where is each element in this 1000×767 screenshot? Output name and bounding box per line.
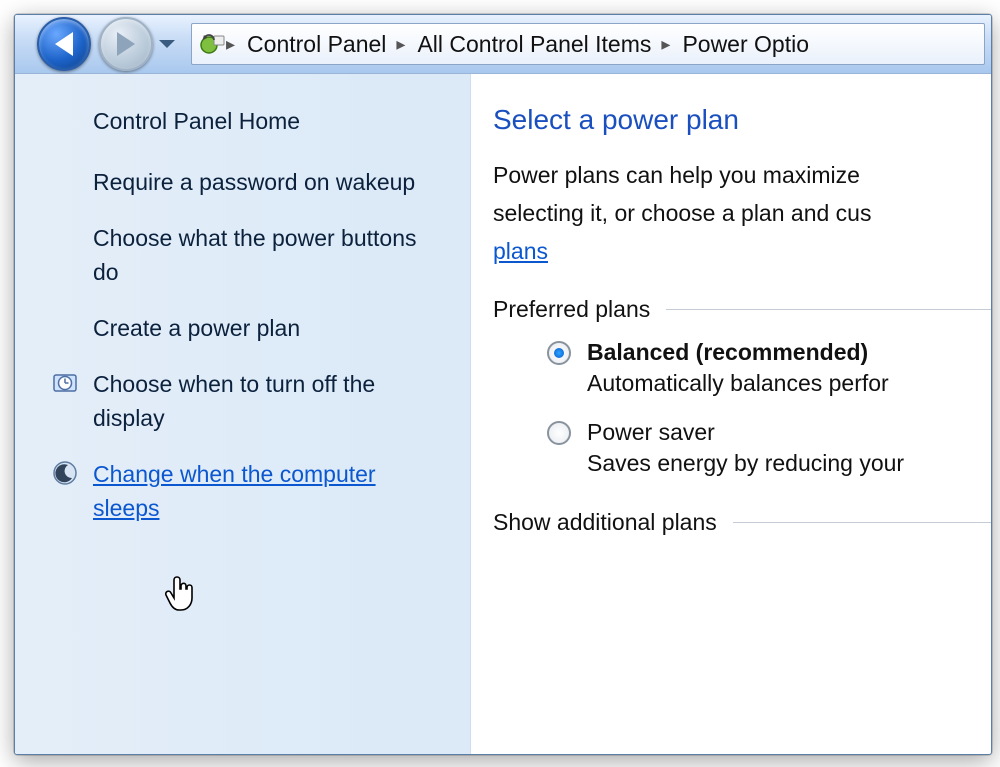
main-content: Select a power plan Power plans can help… [471, 74, 991, 754]
chevron-right-icon: ▸ [661, 34, 670, 55]
breadcrumb-item[interactable]: Power Optio [670, 31, 819, 58]
radio-selected-icon [547, 341, 571, 365]
sidebar-title: Control Panel Home [93, 108, 440, 135]
forward-button[interactable] [99, 17, 153, 71]
plan-label: Balanced (recommended) [587, 339, 868, 366]
arrow-right-icon [117, 32, 135, 56]
show-additional-plans[interactable]: Show additional plans [493, 509, 733, 536]
back-button[interactable] [37, 17, 91, 71]
sidebar: Control Panel Home Require a password on… [15, 74, 471, 754]
plan-option-balanced[interactable]: Balanced (recommended) [547, 339, 991, 366]
preferred-plans-label: Preferred plans [493, 296, 666, 323]
plan-description: Automatically balances perfor [587, 370, 991, 397]
radio-unselected-icon [547, 421, 571, 445]
sidebar-item-power-buttons[interactable]: Choose what the power buttons do [93, 221, 433, 289]
control-panel-icon [200, 31, 226, 57]
plan-option-power-saver[interactable]: Power saver [547, 419, 991, 446]
chevron-right-icon: ▸ [226, 34, 235, 55]
sidebar-item-change-sleep[interactable]: Change when the computer sleeps [93, 457, 433, 525]
sidebar-item-label: Change when the computer sleeps [93, 461, 376, 521]
sidebar-item-require-password[interactable]: Require a password on wakeup [93, 165, 433, 199]
page-title: Select a power plan [493, 104, 991, 136]
moon-icon [51, 459, 79, 487]
sidebar-item-label: Choose when to turn off the display [93, 371, 375, 431]
separator [733, 522, 991, 523]
breadcrumb-item[interactable]: All Control Panel Items [405, 31, 661, 58]
plan-description: Saves energy by reducing your [587, 450, 991, 477]
tell-me-more-link[interactable]: plans [493, 238, 548, 264]
separator [666, 309, 991, 310]
control-panel-window: ▸ Control Panel ▸ All Control Panel Item… [14, 14, 992, 755]
arrow-left-icon [55, 32, 73, 56]
chevron-right-icon: ▸ [396, 34, 405, 55]
plan-label: Power saver [587, 419, 715, 446]
page-description: Power plans can help you maximize [493, 158, 991, 192]
navigation-bar: ▸ Control Panel ▸ All Control Panel Item… [15, 15, 991, 74]
page-description: selecting it, or choose a plan and cus [493, 196, 991, 230]
breadcrumb-item[interactable]: Control Panel [235, 31, 396, 58]
hand-cursor-icon [163, 576, 191, 610]
history-dropdown-icon[interactable] [159, 40, 175, 48]
sidebar-item-turn-off-display[interactable]: Choose when to turn off the display [93, 367, 433, 435]
clock-icon [51, 369, 79, 397]
address-bar[interactable]: ▸ Control Panel ▸ All Control Panel Item… [191, 23, 985, 65]
sidebar-item-create-plan[interactable]: Create a power plan [93, 311, 433, 345]
